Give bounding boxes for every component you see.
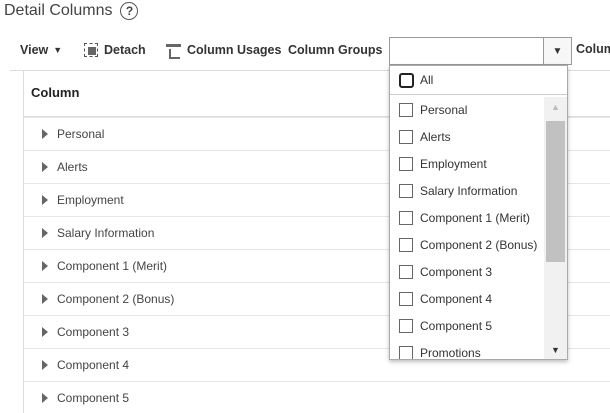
option-label: Promotions: [420, 345, 481, 360]
option-label: Personal: [420, 102, 468, 117]
dropdown-option[interactable]: Alerts: [390, 123, 542, 150]
option-label: Alerts: [420, 129, 451, 144]
caret-down-icon: ▼: [552, 45, 563, 57]
dropdown-option[interactable]: Component 1 (Merit): [390, 204, 542, 231]
page-header: Detail Columns ?: [4, 0, 139, 22]
table-row[interactable]: Component 5: [24, 381, 610, 413]
detach-button[interactable]: Detach: [84, 43, 166, 57]
column-groups-label: Column Groups: [288, 43, 383, 57]
checkbox[interactable]: [399, 129, 413, 144]
column-usages-icon: [166, 43, 181, 59]
row-label: Component 3: [57, 325, 130, 339]
dropdown-scrollbar[interactable]: ▲ ▼: [544, 97, 567, 359]
expand-icon[interactable]: [42, 360, 48, 370]
dropdown-option[interactable]: Component 4: [390, 285, 542, 312]
row-label: Alerts: [57, 160, 88, 174]
scroll-down-icon[interactable]: ▼: [544, 340, 567, 359]
expand-icon[interactable]: [42, 294, 48, 304]
combo-dropdown-button[interactable]: ▼: [543, 38, 571, 64]
dropdown-option[interactable]: Personal: [390, 96, 542, 123]
expand-icon[interactable]: [42, 228, 48, 238]
overflow-toolbar-label[interactable]: Colum: [576, 42, 610, 56]
expand-icon[interactable]: [42, 162, 48, 172]
row-label: Personal: [57, 127, 105, 141]
detach-icon: [84, 43, 98, 57]
column-groups-combobox[interactable]: ▼: [389, 37, 572, 65]
expand-icon[interactable]: [42, 327, 48, 337]
row-label: Component 5: [57, 391, 130, 405]
checkbox-all[interactable]: [399, 72, 414, 88]
expand-icon[interactable]: [42, 129, 48, 139]
checkbox[interactable]: [399, 183, 413, 198]
option-label: Component 2 (Bonus): [420, 237, 538, 252]
expand-icon[interactable]: [42, 195, 48, 205]
caret-down-icon: ▼: [53, 45, 63, 55]
dropdown-option[interactable]: Component 2 (Bonus): [390, 231, 542, 258]
dropdown-option[interactable]: Salary Information: [390, 177, 542, 204]
help-icon[interactable]: ?: [120, 2, 139, 20]
expand-icon[interactable]: [42, 261, 48, 271]
column-header[interactable]: Column: [31, 85, 79, 100]
checkbox[interactable]: [399, 264, 413, 279]
option-label: Component 4: [420, 291, 493, 306]
option-label: Employment: [420, 156, 487, 171]
checkbox[interactable]: [399, 237, 413, 252]
dropdown-option[interactable]: Employment: [390, 150, 542, 177]
row-label: Component 2 (Bonus): [57, 292, 175, 306]
option-label: Component 3: [420, 264, 493, 279]
toolbar: View ▼ Detach Column Usages Column Group…: [20, 38, 386, 62]
column-usages-button[interactable]: Column Usages: [166, 43, 288, 59]
detach-label: Detach: [104, 43, 146, 57]
checkbox[interactable]: [399, 291, 413, 306]
row-label: Component 4: [57, 358, 130, 372]
option-label: Component 5: [420, 318, 493, 333]
column-usages-label: Column Usages: [187, 43, 282, 57]
column-groups-dropdown: All Personal Alerts Employment Salary In…: [389, 65, 568, 360]
option-label: Component 1 (Merit): [420, 210, 531, 225]
view-menu-label: View: [20, 43, 49, 57]
expand-icon[interactable]: [42, 393, 48, 403]
checkbox[interactable]: [399, 156, 413, 171]
dropdown-option-all[interactable]: All: [390, 66, 567, 95]
row-label: Salary Information: [57, 226, 155, 240]
option-label: All: [420, 73, 434, 87]
row-label: Employment: [57, 193, 124, 207]
table-left-gutter: [10, 71, 24, 413]
dropdown-option[interactable]: Component 3: [390, 258, 542, 285]
row-label: Component 1 (Merit): [57, 259, 168, 273]
checkbox[interactable]: [399, 102, 413, 117]
view-menu-button[interactable]: View ▼: [20, 43, 84, 57]
scroll-up-icon[interactable]: ▲: [544, 97, 567, 117]
checkbox[interactable]: [399, 345, 413, 359]
option-label: Salary Information: [420, 183, 518, 198]
checkbox[interactable]: [399, 318, 413, 333]
dropdown-option[interactable]: Promotions: [390, 339, 542, 360]
checkbox[interactable]: [399, 210, 413, 225]
dropdown-option[interactable]: Component 5: [390, 312, 542, 339]
page-title: Detail Columns: [4, 2, 113, 19]
scrollbar-thumb[interactable]: [546, 121, 565, 262]
